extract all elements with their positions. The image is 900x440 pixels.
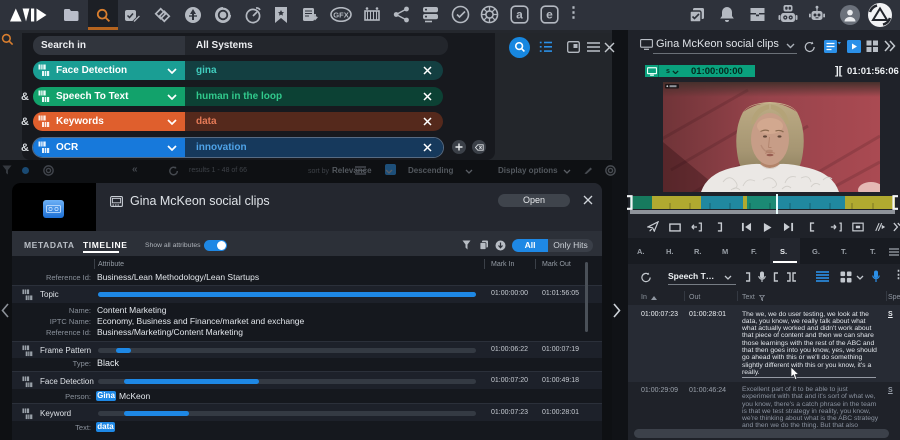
svg-text:a: a [516, 8, 523, 22]
svg-text:GFX: GFX [333, 10, 348, 19]
svg-text:e: e [546, 8, 553, 22]
